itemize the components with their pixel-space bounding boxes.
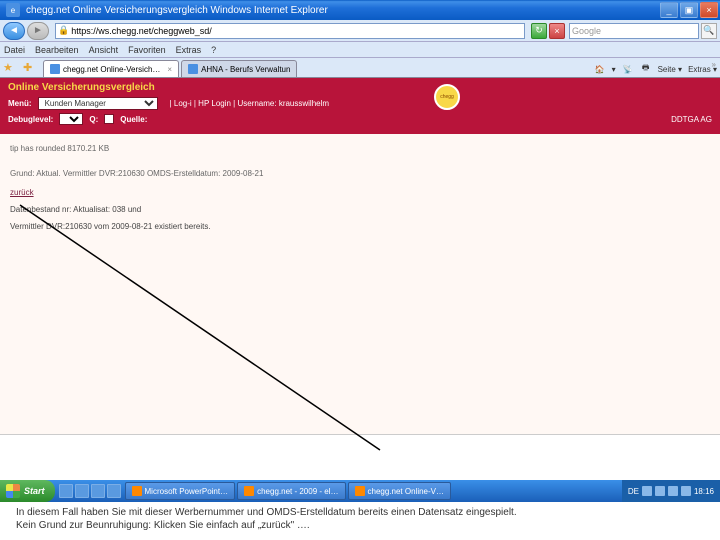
- back-button[interactable]: ◄: [3, 22, 25, 40]
- chegg-badge: chegg: [434, 84, 460, 110]
- header-links[interactable]: | Log-i | HP Login | Username: krausswil…: [170, 99, 329, 108]
- clock[interactable]: 18:16: [694, 487, 714, 496]
- quelle-label: Quelle:: [120, 115, 147, 124]
- home-drop[interactable]: ▾: [612, 65, 616, 74]
- tab-icon: [50, 64, 60, 74]
- tab-label: chegg.net Online-Versich…: [63, 65, 160, 74]
- search-button[interactable]: 🔍: [701, 23, 717, 39]
- menu-select[interactable]: Kunden Manager: [38, 97, 158, 110]
- caption-line-2: Kein Grund zur Beunruhigung: Klicken Sie…: [16, 519, 704, 532]
- ql-icon[interactable]: [91, 484, 105, 498]
- q-label: Q:: [89, 115, 98, 124]
- status-line-1: tip has rounded 8170.21 KB: [10, 144, 710, 153]
- caption-line-1: In diesem Fall haben Sie mit dieser Werb…: [16, 506, 704, 519]
- task-icon: [355, 486, 365, 496]
- tab-inactive[interactable]: AHNA - Berufs Verwaltun: [181, 60, 297, 77]
- lang-indicator[interactable]: DE: [628, 487, 639, 496]
- search-placeholder: Google: [572, 26, 601, 36]
- content-area: tip has rounded 8170.21 KB Grund: Aktual…: [0, 134, 720, 434]
- back-link[interactable]: zurück: [10, 188, 34, 197]
- toolbar-right: 🏠 ▾ 📡 🖶 Seite ▾ Extras ▾: [594, 63, 717, 77]
- tab-active[interactable]: chegg.net Online-Versich… ×: [43, 60, 179, 77]
- refresh-button[interactable]: ↻: [531, 23, 547, 39]
- minimize-button[interactable]: _: [660, 2, 678, 18]
- ql-icon[interactable]: [107, 484, 121, 498]
- debug-label: Debuglevel:: [8, 115, 53, 124]
- search-box[interactable]: Google: [569, 23, 699, 39]
- slide-caption: In diesem Fall haben Sie mit dieser Werb…: [0, 502, 720, 540]
- task-icon: [244, 486, 254, 496]
- menu-label: Menü:: [8, 99, 32, 108]
- task-button[interactable]: chegg.net - 2009 - el…: [237, 482, 345, 500]
- menu-datei[interactable]: Datei: [4, 45, 25, 55]
- menu-bearbeiten[interactable]: Bearbeiten: [35, 45, 79, 55]
- taskbar: Start Microsoft PowerPoint… chegg.net - …: [0, 480, 720, 502]
- tab-icon: [188, 64, 198, 74]
- print-icon[interactable]: 🖶: [640, 63, 652, 75]
- task-button[interactable]: chegg.net Online-V…: [348, 482, 452, 500]
- q-checkbox[interactable]: [104, 114, 114, 124]
- tab-bar: ★ ✚ chegg.net Online-Versich… × AHNA - B…: [0, 58, 720, 78]
- warning-line-1: Datenbestand nr: Aktualisat: 038 und: [10, 205, 710, 214]
- app-title: Online Versicherungsvergleich: [8, 82, 712, 93]
- favorites-icon[interactable]: ★: [3, 61, 19, 77]
- tab-label: AHNA - Berufs Verwaltun: [201, 65, 290, 74]
- close-button[interactable]: ×: [700, 2, 718, 18]
- windows-logo-icon: [6, 484, 20, 498]
- menu-favoriten[interactable]: Favoriten: [128, 45, 166, 55]
- home-icon[interactable]: 🏠: [594, 63, 606, 75]
- task-button[interactable]: Microsoft PowerPoint…: [125, 482, 236, 500]
- toolbar-close-icon[interactable]: »: [712, 60, 716, 69]
- url-text: https://ws.chegg.net/cheggweb_sd/: [71, 26, 212, 36]
- forward-button[interactable]: ►: [27, 22, 49, 40]
- menu-help[interactable]: ?: [211, 45, 216, 55]
- warning-line-2: Vermittler DVR:210630 vom 2009-08-21 exi…: [10, 222, 710, 231]
- window-titlebar: e chegg.net Online Versicherungsvergleic…: [0, 0, 720, 20]
- ql-icon[interactable]: [75, 484, 89, 498]
- add-favorite-icon[interactable]: ✚: [23, 61, 39, 77]
- company-text: DDTGA AG: [671, 115, 712, 124]
- navigation-bar: ◄ ► 🔒 https://ws.chegg.net/cheggweb_sd/ …: [0, 20, 720, 42]
- tray-icon[interactable]: [642, 486, 652, 496]
- window-title: chegg.net Online Versicherungsvergleich …: [24, 5, 660, 16]
- stop-button[interactable]: ×: [549, 23, 565, 39]
- address-bar[interactable]: 🔒 https://ws.chegg.net/cheggweb_sd/: [55, 23, 525, 39]
- debug-select[interactable]: [59, 113, 83, 125]
- start-button[interactable]: Start: [0, 480, 55, 502]
- ql-icon[interactable]: [59, 484, 73, 498]
- tray-icon[interactable]: [655, 486, 665, 496]
- task-icon: [132, 486, 142, 496]
- quick-launch: [59, 484, 121, 498]
- feed-icon[interactable]: 📡: [622, 63, 634, 75]
- window-controls: _ ▣ ×: [660, 2, 718, 18]
- seite-menu[interactable]: Seite ▾: [658, 65, 682, 74]
- tab-close-icon[interactable]: ×: [167, 65, 172, 74]
- filler: [0, 434, 720, 474]
- menu-ansicht[interactable]: Ansicht: [89, 45, 119, 55]
- system-tray: DE 18:16: [622, 480, 720, 502]
- menu-extras[interactable]: Extras: [176, 45, 202, 55]
- start-label: Start: [24, 486, 45, 496]
- status-line-2: Grund: Aktual. Vermittler DVR:210630 OMD…: [10, 169, 710, 178]
- tray-icon[interactable]: [681, 486, 691, 496]
- ie-icon: e: [6, 3, 20, 17]
- app-header: Online Versicherungsvergleich Menü: Kund…: [0, 78, 720, 134]
- tray-icon[interactable]: [668, 486, 678, 496]
- lock-icon: 🔒: [58, 25, 69, 36]
- maximize-button[interactable]: ▣: [680, 2, 698, 18]
- menu-bar: Datei Bearbeiten Ansicht Favoriten Extra…: [0, 42, 720, 58]
